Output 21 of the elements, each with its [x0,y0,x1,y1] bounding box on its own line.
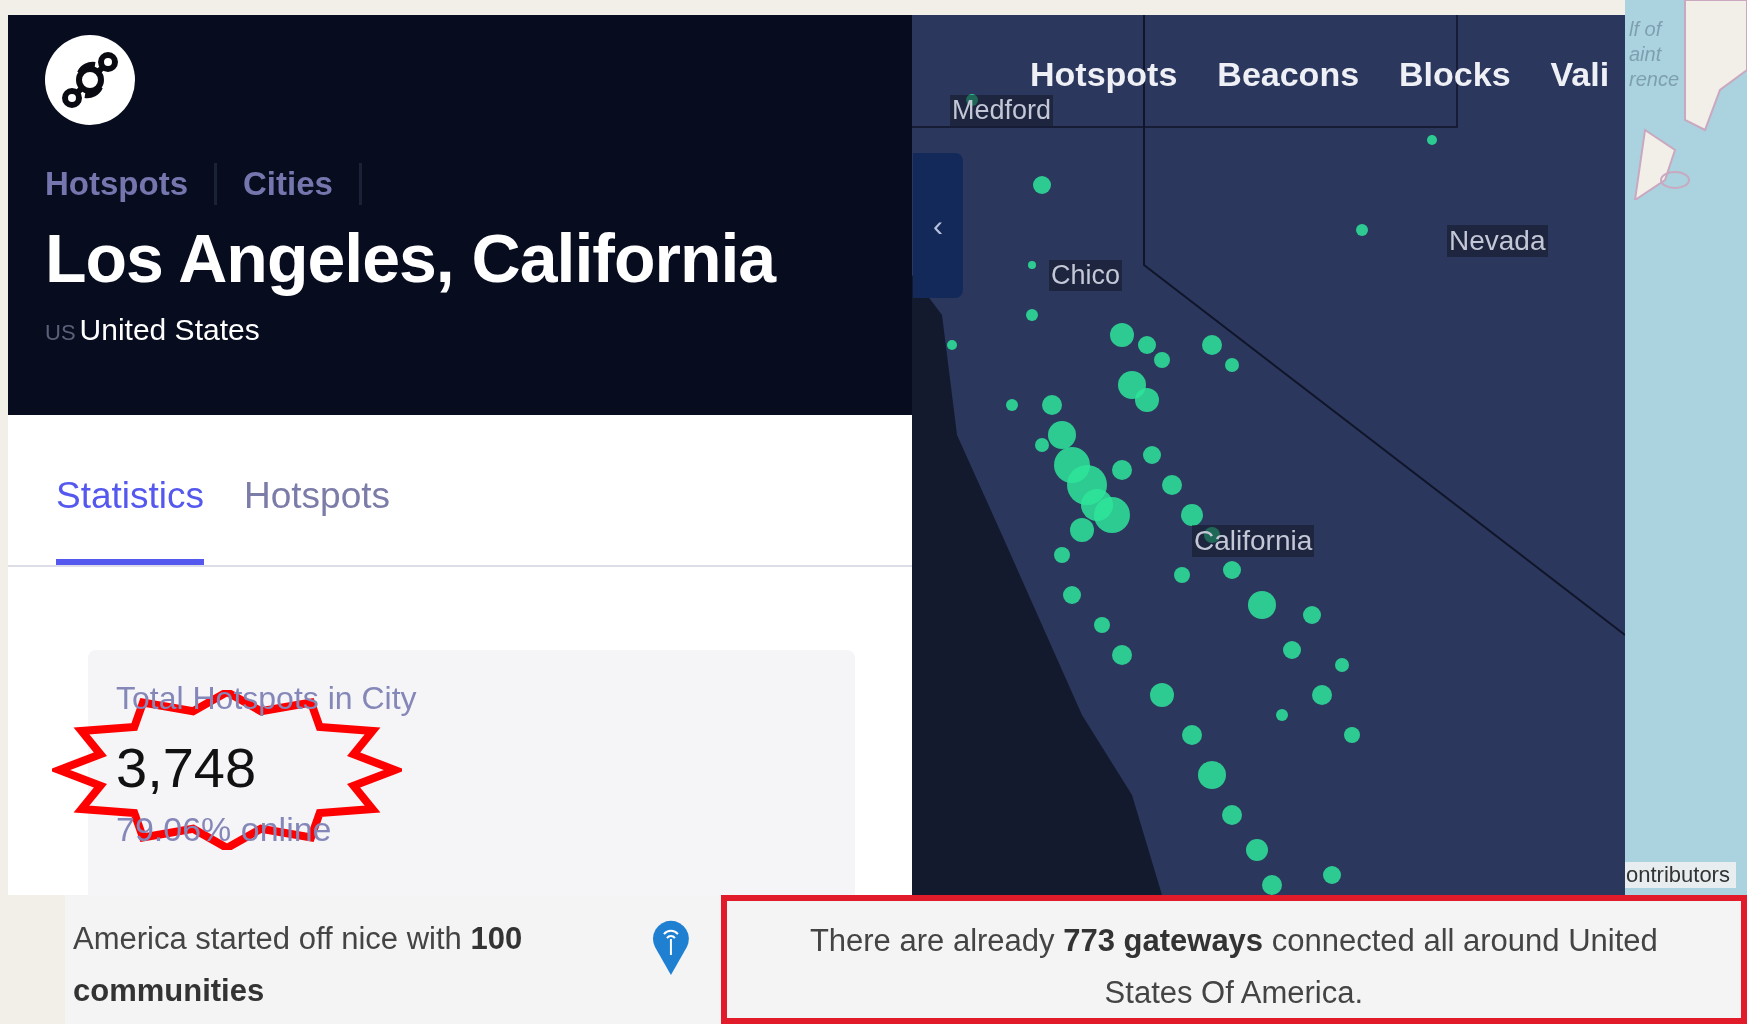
hotspot-map[interactable]: Hotspots Beacons Blocks Vali Medford Chico Nevada California ‹ [912,15,1625,895]
caption-text: There are already 773 gateways connected all around United States Of America. [720,895,1747,1024]
tab[interactable]: Statistics [56,475,205,565]
tab[interactable]: Hotspots [244,475,391,565]
breadcrumb-link[interactable]: Hotspots [45,165,188,203]
map-nav-link[interactable]: Vali [1550,55,1610,94]
breadcrumb-link[interactable]: Cities [243,165,333,203]
map-nav-link[interactable]: Beacons [1217,55,1360,94]
city-label: Chico [1049,260,1123,291]
stat-value: 3,748 [116,735,258,800]
map-nav-link[interactable]: Blocks [1399,55,1511,94]
caption-text: America started off nice with 100 communities [72,920,524,1010]
city-label: Medford [950,95,1054,126]
city-title: Los Angeles, California [45,219,778,297]
country-code: US [45,320,76,346]
country-name: United States [79,313,260,347]
logo-icon [45,35,135,125]
collapse-button[interactable]: ‹ [913,153,963,298]
state-label: California [1192,525,1315,557]
map-nav-link[interactable]: Hotspots [1030,55,1178,94]
state-label: Nevada [1447,225,1548,257]
